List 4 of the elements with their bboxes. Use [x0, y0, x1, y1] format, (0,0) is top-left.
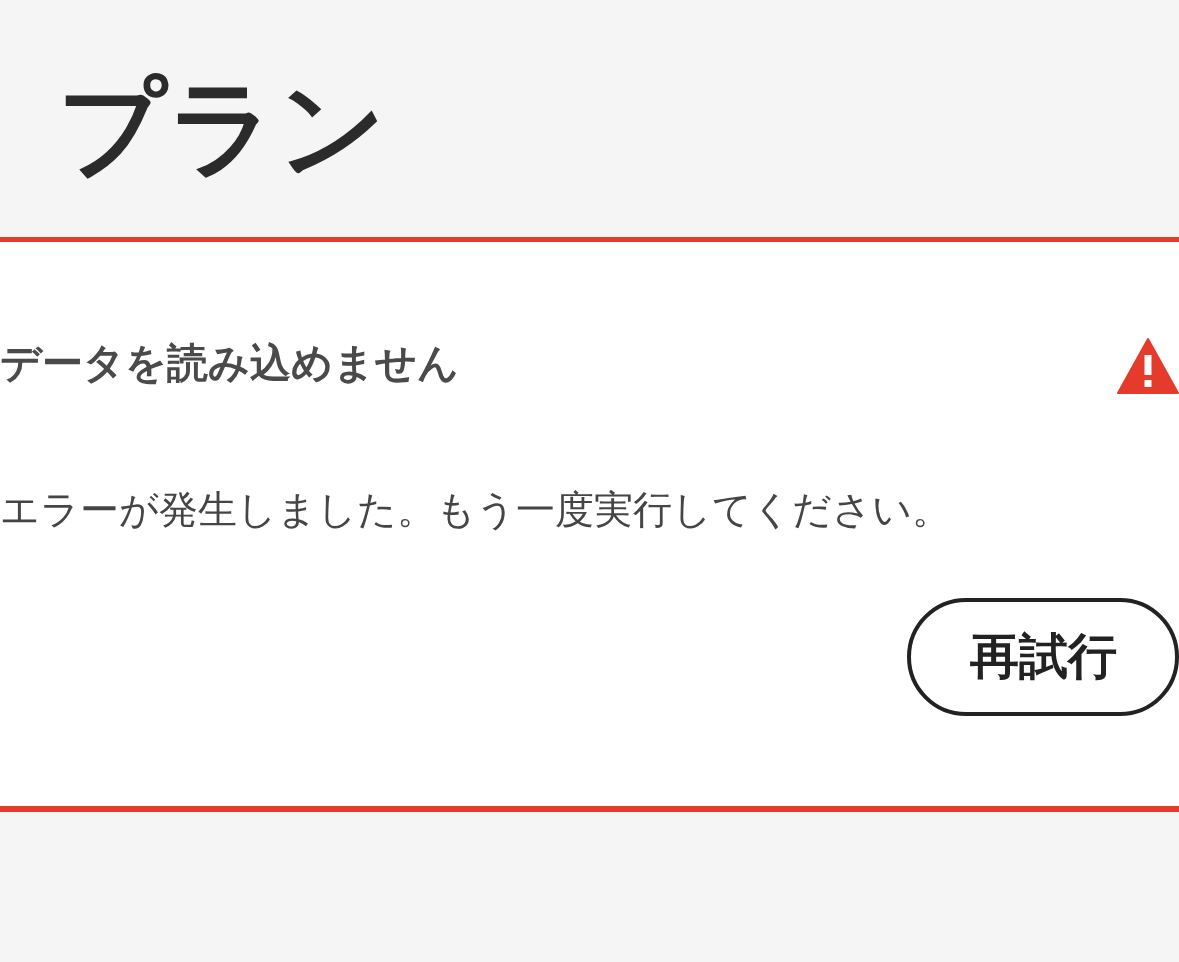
retry-button[interactable]: 再試行 — [907, 598, 1179, 716]
error-message: エラーが発生しました。もう一度実行してください。 — [0, 486, 952, 534]
error-heading: データを読み込めません — [0, 338, 459, 389]
page-title: プラン — [58, 70, 388, 187]
